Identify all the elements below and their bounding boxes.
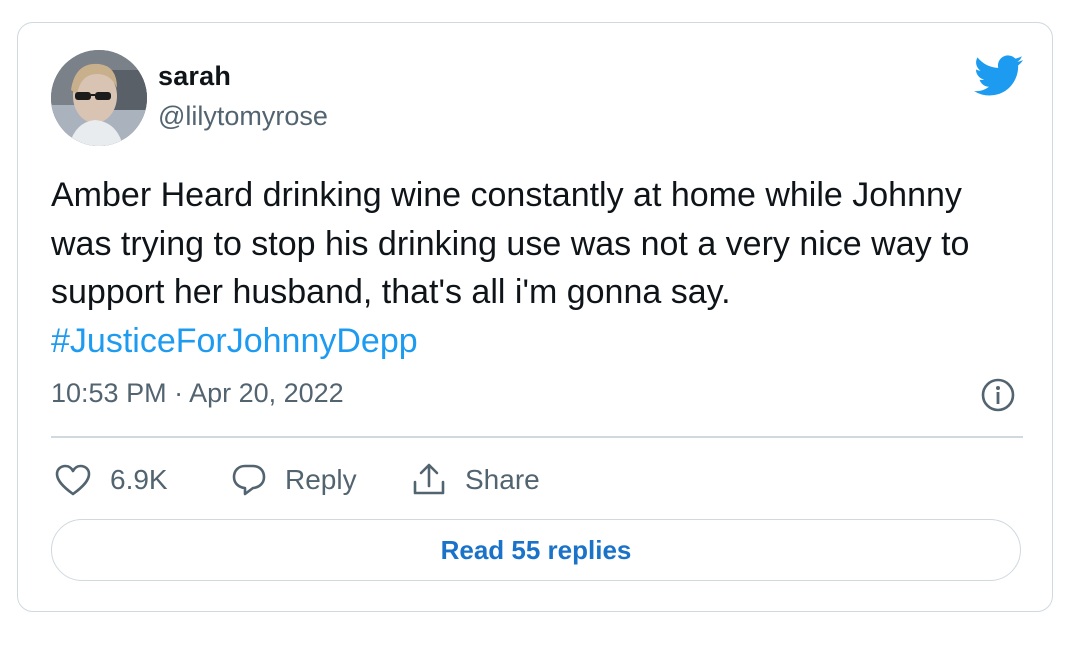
share-upload-icon	[413, 463, 445, 495]
avatar[interactable]	[51, 50, 147, 146]
heart-icon	[55, 464, 91, 496]
handle[interactable]: @lilytomyrose	[158, 101, 328, 132]
read-replies-button[interactable]: Read 55 replies	[51, 519, 1021, 581]
tweet-body: Amber Heard drinking wine constantly at …	[51, 176, 970, 311]
reply-label: Reply	[285, 464, 357, 495]
read-replies-label: Read 55 replies	[440, 534, 632, 565]
hashtag-link[interactable]: #JusticeForJohnnyDepp	[51, 322, 418, 360]
divider	[51, 436, 1023, 438]
tweet-text: Amber Heard drinking wine constantly at …	[51, 171, 1011, 365]
info-icon[interactable]	[980, 377, 1016, 413]
share-label: Share	[465, 464, 540, 495]
twitter-bird-icon[interactable]	[974, 55, 1024, 97]
tweet-card: sarah @lilytomyrose Amber Heard drinking…	[17, 22, 1053, 612]
share-button[interactable]: Share	[411, 460, 540, 500]
like-count: 6.9K	[110, 464, 168, 495]
reply-bubble-icon	[232, 464, 266, 496]
like-button[interactable]: 6.9K	[54, 460, 168, 500]
reply-button[interactable]: Reply	[231, 460, 357, 500]
display-name[interactable]: sarah	[158, 61, 231, 92]
timestamp[interactable]: 10:53 PM · Apr 20, 2022	[51, 378, 344, 409]
